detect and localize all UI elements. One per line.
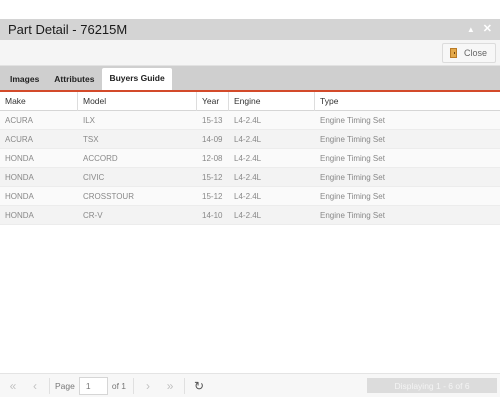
cell-type: Engine Timing Set [320,153,385,163]
table-row[interactable]: ACURA ILX 15-13 L4-2.4L Engine Timing Set [0,111,500,130]
last-page-button[interactable]: » [159,377,181,395]
prev-page-button[interactable]: ‹ [24,377,46,395]
door-icon [449,48,458,58]
next-page-button[interactable]: › [137,377,159,395]
window-title: Part Detail - 76215M [8,22,128,37]
cell-type: Engine Timing Set [320,172,385,182]
cell-engine: L4-2.4L [234,210,262,220]
cell-year: 15-12 [202,172,223,182]
tab-buyers-guide[interactable]: Buyers Guide [102,68,172,90]
grid-body: ACURA ILX 15-13 L4-2.4L Engine Timing Set ACU… [0,111,500,225]
divider [49,377,50,394]
double-chevron-left-icon: « [9,378,17,393]
column-header-type[interactable]: Type [315,92,500,111]
buyers-guide-grid: Make Model Year Engine Type ACURA ILX 15-1… [0,91,500,225]
cell-type: Engine Timing Set [320,134,385,144]
refresh-icon: ↻ [194,378,205,393]
grid-header: Make Model Year Engine Type [0,91,500,111]
paging-toolbar: « ‹ Page of 1 › » ↻ Displaying 1 - 6 of … [0,373,500,397]
cell-make: HONDA [5,172,34,182]
cell-model: ACCORD [83,153,118,163]
page-label: Page [55,380,75,391]
cell-type: Engine Timing Set [320,115,385,125]
divider [133,377,135,394]
chevron-left-icon: ‹ [33,378,37,393]
close-x-icon[interactable]: ✕ [483,24,492,35]
caret-up-icon[interactable]: ▲ [467,25,475,34]
chevron-right-icon: › [146,378,151,393]
cell-type: Engine Timing Set [320,210,385,220]
first-page-button[interactable]: « [2,377,24,395]
cell-make: HONDA [5,191,34,201]
cell-model: ILX [83,115,96,125]
column-header-engine[interactable]: Engine [229,91,315,111]
cell-engine: L4-2.4L [234,115,262,125]
cell-year: 14-09 [202,134,223,144]
cell-engine: L4-2.4L [234,172,262,182]
cell-make: ACURA [5,134,34,144]
cell-model: CROSSTOUR [83,191,134,201]
tab-attributes[interactable]: Attributes [47,69,101,90]
cell-engine: L4-2.4L [234,134,262,144]
table-row[interactable]: HONDA CROSSTOUR 15-12 L4-2.4L Engine Timing … [0,187,500,206]
close-button-label: Close [463,48,487,58]
cell-engine: L4-2.4L [234,153,262,163]
table-row[interactable]: HONDA CR-V 14-10 L4-2.4L Engine Timing Set [0,206,500,225]
cell-model: TSX [83,134,99,144]
cell-year: 15-12 [202,191,223,201]
close-button[interactable]: Close [441,43,496,63]
cell-make: HONDA [5,153,34,163]
tab-bar: Images Attributes Buyers Guide [0,66,500,92]
window-controls: ▲ ✕ [467,24,500,35]
cell-year: 15-13 [202,115,223,125]
cell-model: CR-V [83,210,103,220]
double-chevron-right-icon: » [166,378,174,393]
cell-year: 12-08 [202,153,223,163]
cell-type: Engine Timing Set [320,191,385,201]
page-count-label: of 1 [111,380,127,391]
table-row[interactable]: HONDA ACCORD 12-08 L4-2.4L Engine Timing Set [0,149,500,168]
cell-model: CIVIC [83,172,105,182]
cell-engine: L4-2.4L [234,191,262,201]
column-header-model[interactable]: Model [78,91,197,111]
column-header-year[interactable]: Year [197,91,229,111]
display-info: Displaying 1 - 6 of 6 [367,378,497,393]
table-row[interactable]: HONDA CIVIC 15-12 L4-2.4L Engine Timing Set [0,168,500,187]
cell-make: HONDA [5,210,34,220]
cell-year: 14-10 [202,210,223,220]
cell-make: ACURA [5,115,34,125]
tab-images[interactable]: Images [3,69,46,90]
toolbar: Close [0,40,500,66]
refresh-button[interactable]: ↻ [188,377,210,395]
page-number-input[interactable] [78,376,108,395]
table-row[interactable]: ACURA TSX 14-09 L4-2.4L Engine Timing Set [0,130,500,149]
column-header-make[interactable]: Make [0,91,78,111]
divider [184,377,186,394]
window-titlebar: Part Detail - 76215M ▲ ✕ [0,19,500,40]
